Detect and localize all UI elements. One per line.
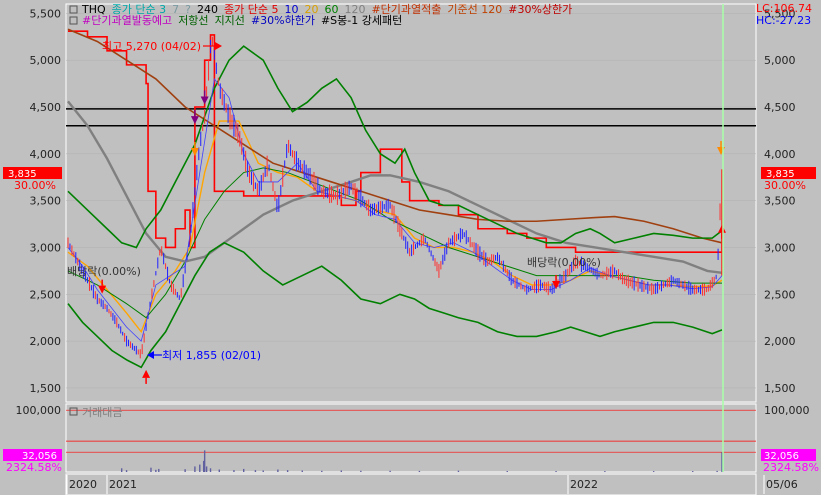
volume-pane — [65, 403, 757, 473]
price-tick-label-left: 2,500 — [30, 288, 62, 301]
price-tick-label-left: 2,000 — [30, 335, 62, 348]
volume-bar — [692, 471, 694, 472]
date-axis-strip — [65, 473, 757, 495]
volume-legend-box-icon — [69, 407, 78, 416]
high-annotation: 최고 5,270 (04/02) — [102, 40, 201, 53]
price-tick-label-left: 5,500 — [30, 7, 62, 20]
price-tick-label-left: 3,000 — [30, 241, 62, 254]
volume-bar — [340, 470, 343, 472]
volume-title: 거래대금 — [82, 406, 122, 419]
right-badges: 3,835 30.00% 32,056 2324.58% — [761, 167, 819, 474]
ex-dividend-label-2: 배당락(0.00%) — [527, 256, 601, 269]
date-tick-label: 2022 — [570, 478, 598, 491]
date-tick-label: 05/06 — [766, 478, 798, 491]
price-tick-label-right: 4,000 — [764, 148, 796, 161]
ex-dividend-label-1: 배당락(0.00%) — [67, 265, 141, 278]
price-tick-label-right: 2,500 — [764, 288, 796, 301]
volume-bar — [321, 470, 323, 472]
legend-row-2: #단기과열발동예고 저항선 지지선 #30%하한가 #S봉-1 강세패턴 — [82, 13, 402, 27]
volume-bar — [457, 470, 460, 472]
volume-bar — [233, 470, 235, 472]
stock-chart[interactable]: 1,500 2,000 2,500 3,000 3,500 4,000 4,500 5,000… — [0, 0, 821, 495]
volume-bar — [218, 469, 220, 472]
volume-bar — [389, 470, 391, 472]
volume-bar — [604, 471, 606, 472]
left-volume-pct: 2324.58% — [6, 461, 62, 474]
volume-bar — [209, 468, 212, 472]
volume-bar — [205, 466, 208, 472]
volume-bar — [418, 470, 421, 472]
price-tick-label-left: 4,000 — [30, 148, 62, 161]
price-tick-label-left: 4,500 — [30, 101, 62, 114]
series-group — [67, 28, 723, 369]
volume-bar — [277, 469, 279, 472]
low-annotation: 최저 1,855 (02/01) — [162, 349, 261, 362]
candle-ticks — [67, 36, 723, 359]
red-up-arrow-marker — [142, 369, 151, 378]
volume-bar — [506, 471, 508, 472]
volume-bar — [360, 470, 362, 472]
volume-bar — [652, 471, 655, 472]
volume-bar — [243, 468, 245, 472]
annotations: 최고 5,270 (04/02) 최저 1,855 (02/01) 배당락(0.… — [67, 40, 601, 362]
volume-bar — [194, 466, 196, 472]
purple-down-arrow-marker — [190, 116, 199, 125]
left-badges: 3,835 30.00% 32,056 2324.58% — [3, 167, 62, 474]
red-up-arrow-marker-2 — [718, 224, 726, 233]
volume-bar — [158, 468, 160, 472]
purple-down-arrow-marker-2 — [200, 96, 209, 105]
price-tick-label-left: 5,000 — [30, 54, 62, 67]
grid-lines — [66, 13, 756, 453]
price-tick-label-right: 3,000 — [764, 241, 796, 254]
price-tick-label-right: 1,500 — [764, 382, 796, 395]
volume-bar — [286, 470, 289, 472]
volume-bar — [716, 470, 718, 472]
price-tick-label-left: 3,500 — [30, 195, 62, 208]
volume-bar — [155, 469, 157, 472]
volume-bar — [262, 470, 264, 472]
price-tick-label-right: 3,500 — [764, 195, 796, 208]
volume-bar — [301, 470, 303, 472]
right-volume-pct: 2324.58% — [763, 461, 819, 474]
volume-bar — [120, 468, 123, 472]
date-tick-label: 2021 — [109, 478, 137, 491]
legend-box-icon-2 — [69, 16, 78, 25]
high-arrow-icon — [215, 42, 222, 50]
volume-bar — [184, 469, 186, 472]
chart-window: 1,500 2,000 2,500 3,000 3,500 4,000 4,500 5,000… — [0, 0, 821, 495]
hc-value: HC:-27.23 — [756, 14, 811, 27]
volume-bar — [555, 471, 557, 472]
series-line-10 — [67, 77, 723, 342]
series-line-기준선 120 — [67, 28, 723, 244]
volume-bar — [125, 470, 128, 472]
price-tick-label-right: 4,500 — [764, 101, 796, 114]
date-tick-label: 2020 — [69, 478, 97, 491]
volume-bar — [203, 450, 206, 472]
price-tick-label-right: 5,000 — [764, 54, 796, 67]
price-tick-label-right: 2,000 — [764, 335, 796, 348]
volume-bar — [199, 464, 201, 472]
legend-box-icon — [69, 5, 78, 14]
left-price-axis: 1,500 2,000 2,500 3,000 3,500 4,000 4,500 5,000… — [16, 7, 62, 417]
volume-bars — [120, 450, 723, 472]
volume-tick-label-right: 100,000 — [764, 404, 810, 417]
right-price-pct: 30.00% — [764, 179, 806, 192]
volume-bar — [150, 467, 152, 472]
series-line-20 — [67, 120, 723, 334]
volume-bar — [254, 470, 257, 472]
left-price-pct: 30.00% — [14, 179, 56, 192]
horizontal-lines — [66, 108, 756, 127]
price-pane — [65, 3, 757, 403]
volume-tick-label-left: 100,000 — [16, 404, 62, 417]
orange-down-arrow-marker — [190, 147, 199, 156]
right-price-axis: 1,500 2,000 2,500 3,000 3,500 4,000 4,500 5,000… — [764, 7, 810, 417]
price-tick-label-left: 1,500 — [30, 382, 62, 395]
